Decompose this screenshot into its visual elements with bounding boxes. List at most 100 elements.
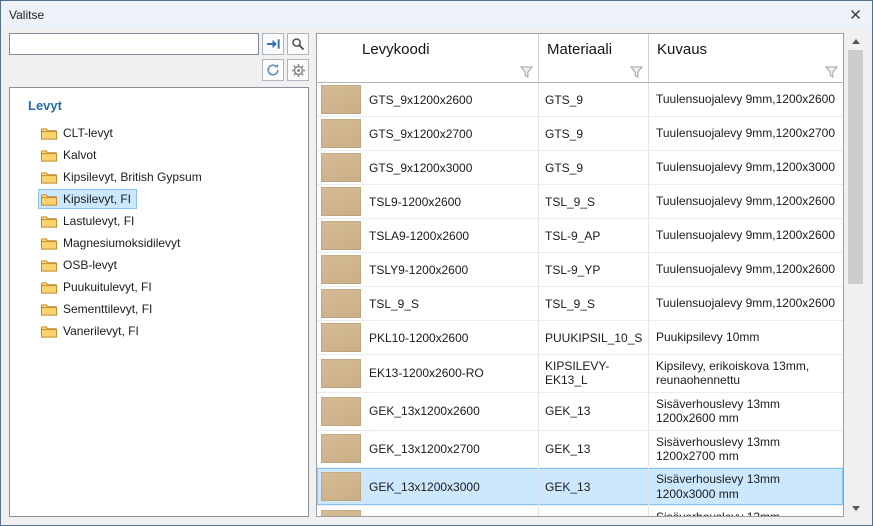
refresh-button[interactable] (262, 59, 284, 81)
material-thumbnail (321, 119, 361, 148)
thumbnail-cell (317, 253, 363, 286)
scrollbar-track[interactable] (847, 50, 864, 500)
table-row[interactable]: GEK_13x1200x2700 GEK_13 Sisäverhouslevy … (317, 431, 843, 469)
left-panel: Levyt CLT-levyt (9, 33, 309, 517)
table-row[interactable]: GTS_9x1200x3000 GTS_9 Tuulensuojalevy 9m… (317, 151, 843, 185)
tree-item-highlight[interactable]: Puukuitulevyt, FI (38, 277, 158, 297)
filter-icon[interactable] (825, 66, 838, 78)
cell-levykoodi: TSLY9-1200x2600 (363, 253, 539, 286)
tree-item[interactable]: Magnesiumoksidilevyt (10, 232, 308, 254)
table-row[interactable]: GEN_13x1200x2600 GEN_13 Sisäverhouslevy … (317, 506, 843, 516)
column-label: Kuvaus (657, 41, 707, 58)
column-header-levykoodi[interactable]: Levykoodi (317, 34, 539, 82)
cell-materiaali: KIPSILEVY-EK13_L (539, 355, 649, 392)
tree-item-highlight[interactable]: Kalvot (38, 145, 102, 165)
arrow-right-icon (266, 37, 281, 51)
tree-item-highlight[interactable]: Kipsilevyt, FI (38, 189, 137, 209)
column-header-kuvaus[interactable]: Kuvaus (649, 34, 843, 82)
cell-levykoodi: GTS_9x1200x2700 (363, 117, 539, 150)
triangle-down-icon (852, 506, 860, 511)
close-button[interactable] (844, 5, 866, 25)
cell-levykoodi: TSL_9_S (363, 287, 539, 320)
scrollbar-thumb[interactable] (848, 50, 863, 284)
cell-materiaali: GTS_9 (539, 117, 649, 150)
tree-item-highlight[interactable]: Magnesiumoksidilevyt (38, 233, 186, 253)
cell-materiaali: GEK_13 (539, 393, 649, 430)
tree-item[interactable]: Kipsilevyt, British Gypsum (10, 166, 308, 188)
material-thumbnail (321, 221, 361, 250)
cell-kuvaus: Puukipsilevy 10mm (649, 321, 843, 354)
cell-kuvaus: Sisäverhouslevy 13mm 1200x2600 mm (649, 393, 843, 430)
cell-materiaali: GEK_13 (539, 431, 649, 468)
tree-item[interactable]: Sementtilevyt, FI (10, 298, 308, 320)
thumbnail-cell (317, 117, 363, 150)
material-thumbnail (321, 323, 361, 352)
tree-item[interactable]: Kipsilevyt, FI (10, 188, 308, 210)
thumbnail-cell (317, 355, 363, 392)
tree-item-highlight[interactable]: Lastulevyt, FI (38, 211, 140, 231)
cell-materiaali: GEK_13 (539, 468, 649, 505)
filter-icon[interactable] (520, 66, 533, 78)
vertical-scrollbar[interactable] (847, 33, 864, 517)
cell-kuvaus: Tuulensuojalevy 9mm,1200x2600 (649, 253, 843, 286)
search-button[interactable] (287, 33, 309, 55)
settings-button[interactable] (287, 59, 309, 81)
thumbnail-cell (317, 151, 363, 184)
cell-levykoodi: GTS_9x1200x2600 (363, 83, 539, 116)
cell-levykoodi: TSLA9-1200x2600 (363, 219, 539, 252)
tree-item[interactable]: CLT-levyt (10, 122, 308, 144)
tree-item-highlight[interactable]: Vanerilevyt, FI (38, 321, 145, 341)
tree-item-highlight[interactable]: CLT-levyt (38, 123, 119, 143)
tree-item[interactable]: Vanerilevyt, FI (10, 320, 308, 342)
cell-materiaali: TSL_9_S (539, 287, 649, 320)
cell-levykoodi: GEK_13x1200x3000 (363, 468, 539, 505)
scroll-down-button[interactable] (847, 500, 864, 517)
table-row[interactable]: GEK_13x1200x2600 GEK_13 Sisäverhouslevy … (317, 393, 843, 431)
table-row[interactable]: PKL10-1200x2600 PUUKIPSIL_10_S Puukipsil… (317, 321, 843, 355)
tree-item-label: Magnesiumoksidilevyt (63, 236, 180, 250)
materials-table: Levykoodi Materiaali Kuvaus (316, 33, 844, 517)
folder-icon (41, 193, 57, 206)
cell-kuvaus: Sisäverhouslevy 13mm 1200x2600 (649, 506, 843, 516)
column-header-materiaali[interactable]: Materiaali (539, 34, 649, 82)
tree-item-label: Sementtilevyt, FI (63, 302, 152, 316)
table-row[interactable]: TSL_9_S TSL_9_S Tuulensuojalevy 9mm,1200… (317, 287, 843, 321)
table-row[interactable]: TSL9-1200x2600 TSL_9_S Tuulensuojalevy 9… (317, 185, 843, 219)
cell-kuvaus: Tuulensuojalevy 9mm,1200x2600 (649, 185, 843, 218)
cell-levykoodi: GEK_13x1200x2600 (363, 393, 539, 430)
cell-kuvaus: Sisäverhouslevy 13mm 1200x2700 mm (649, 431, 843, 468)
folder-icon (41, 259, 57, 272)
search-input[interactable] (9, 33, 259, 55)
refresh-icon (266, 63, 280, 77)
table-row[interactable]: GTS_9x1200x2700 GTS_9 Tuulensuojalevy 9m… (317, 117, 843, 151)
tree-item-highlight[interactable]: Kipsilevyt, British Gypsum (38, 167, 208, 187)
filter-icon[interactable] (630, 66, 643, 78)
gear-icon (291, 63, 306, 78)
scroll-up-button[interactable] (847, 33, 864, 50)
tree-item[interactable]: Lastulevyt, FI (10, 210, 308, 232)
tree-item-label: Kipsilevyt, British Gypsum (63, 170, 202, 184)
titlebar[interactable]: Valitse (1, 1, 872, 28)
table-row[interactable]: TSLA9-1200x2600 TSL-9_AP Tuulensuojalevy… (317, 219, 843, 253)
table-row[interactable]: EK13-1200x2600-RO KIPSILEVY-EK13_L Kipsi… (317, 355, 843, 393)
folder-icon (41, 215, 57, 228)
table-row[interactable]: TSLY9-1200x2600 TSL-9_YP Tuulensuojalevy… (317, 253, 843, 287)
apply-search-button[interactable] (262, 33, 284, 55)
folder-icon (41, 303, 57, 316)
cell-materiaali: GTS_9 (539, 83, 649, 116)
thumbnail-cell (317, 393, 363, 430)
tree-item-highlight[interactable]: Sementtilevyt, FI (38, 299, 158, 319)
folder-icon (41, 325, 57, 338)
tree-item[interactable]: OSB-levyt (10, 254, 308, 276)
thumbnail-cell (317, 83, 363, 116)
tree-item-highlight[interactable]: OSB-levyt (38, 255, 123, 275)
cell-levykoodi: PKL10-1200x2600 (363, 321, 539, 354)
tree-root-label[interactable]: Levyt (10, 96, 308, 122)
folder-icon (41, 127, 57, 140)
cell-kuvaus: Sisäverhouslevy 13mm 1200x3000 mm (649, 468, 843, 505)
select-dialog: Valitse (0, 0, 873, 526)
tree-item[interactable]: Puukuitulevyt, FI (10, 276, 308, 298)
tree-item[interactable]: Kalvot (10, 144, 308, 166)
table-row[interactable]: GTS_9x1200x2600 GTS_9 Tuulensuojalevy 9m… (317, 83, 843, 117)
table-row[interactable]: GEK_13x1200x3000 GEK_13 Sisäverhouslevy … (317, 468, 843, 506)
